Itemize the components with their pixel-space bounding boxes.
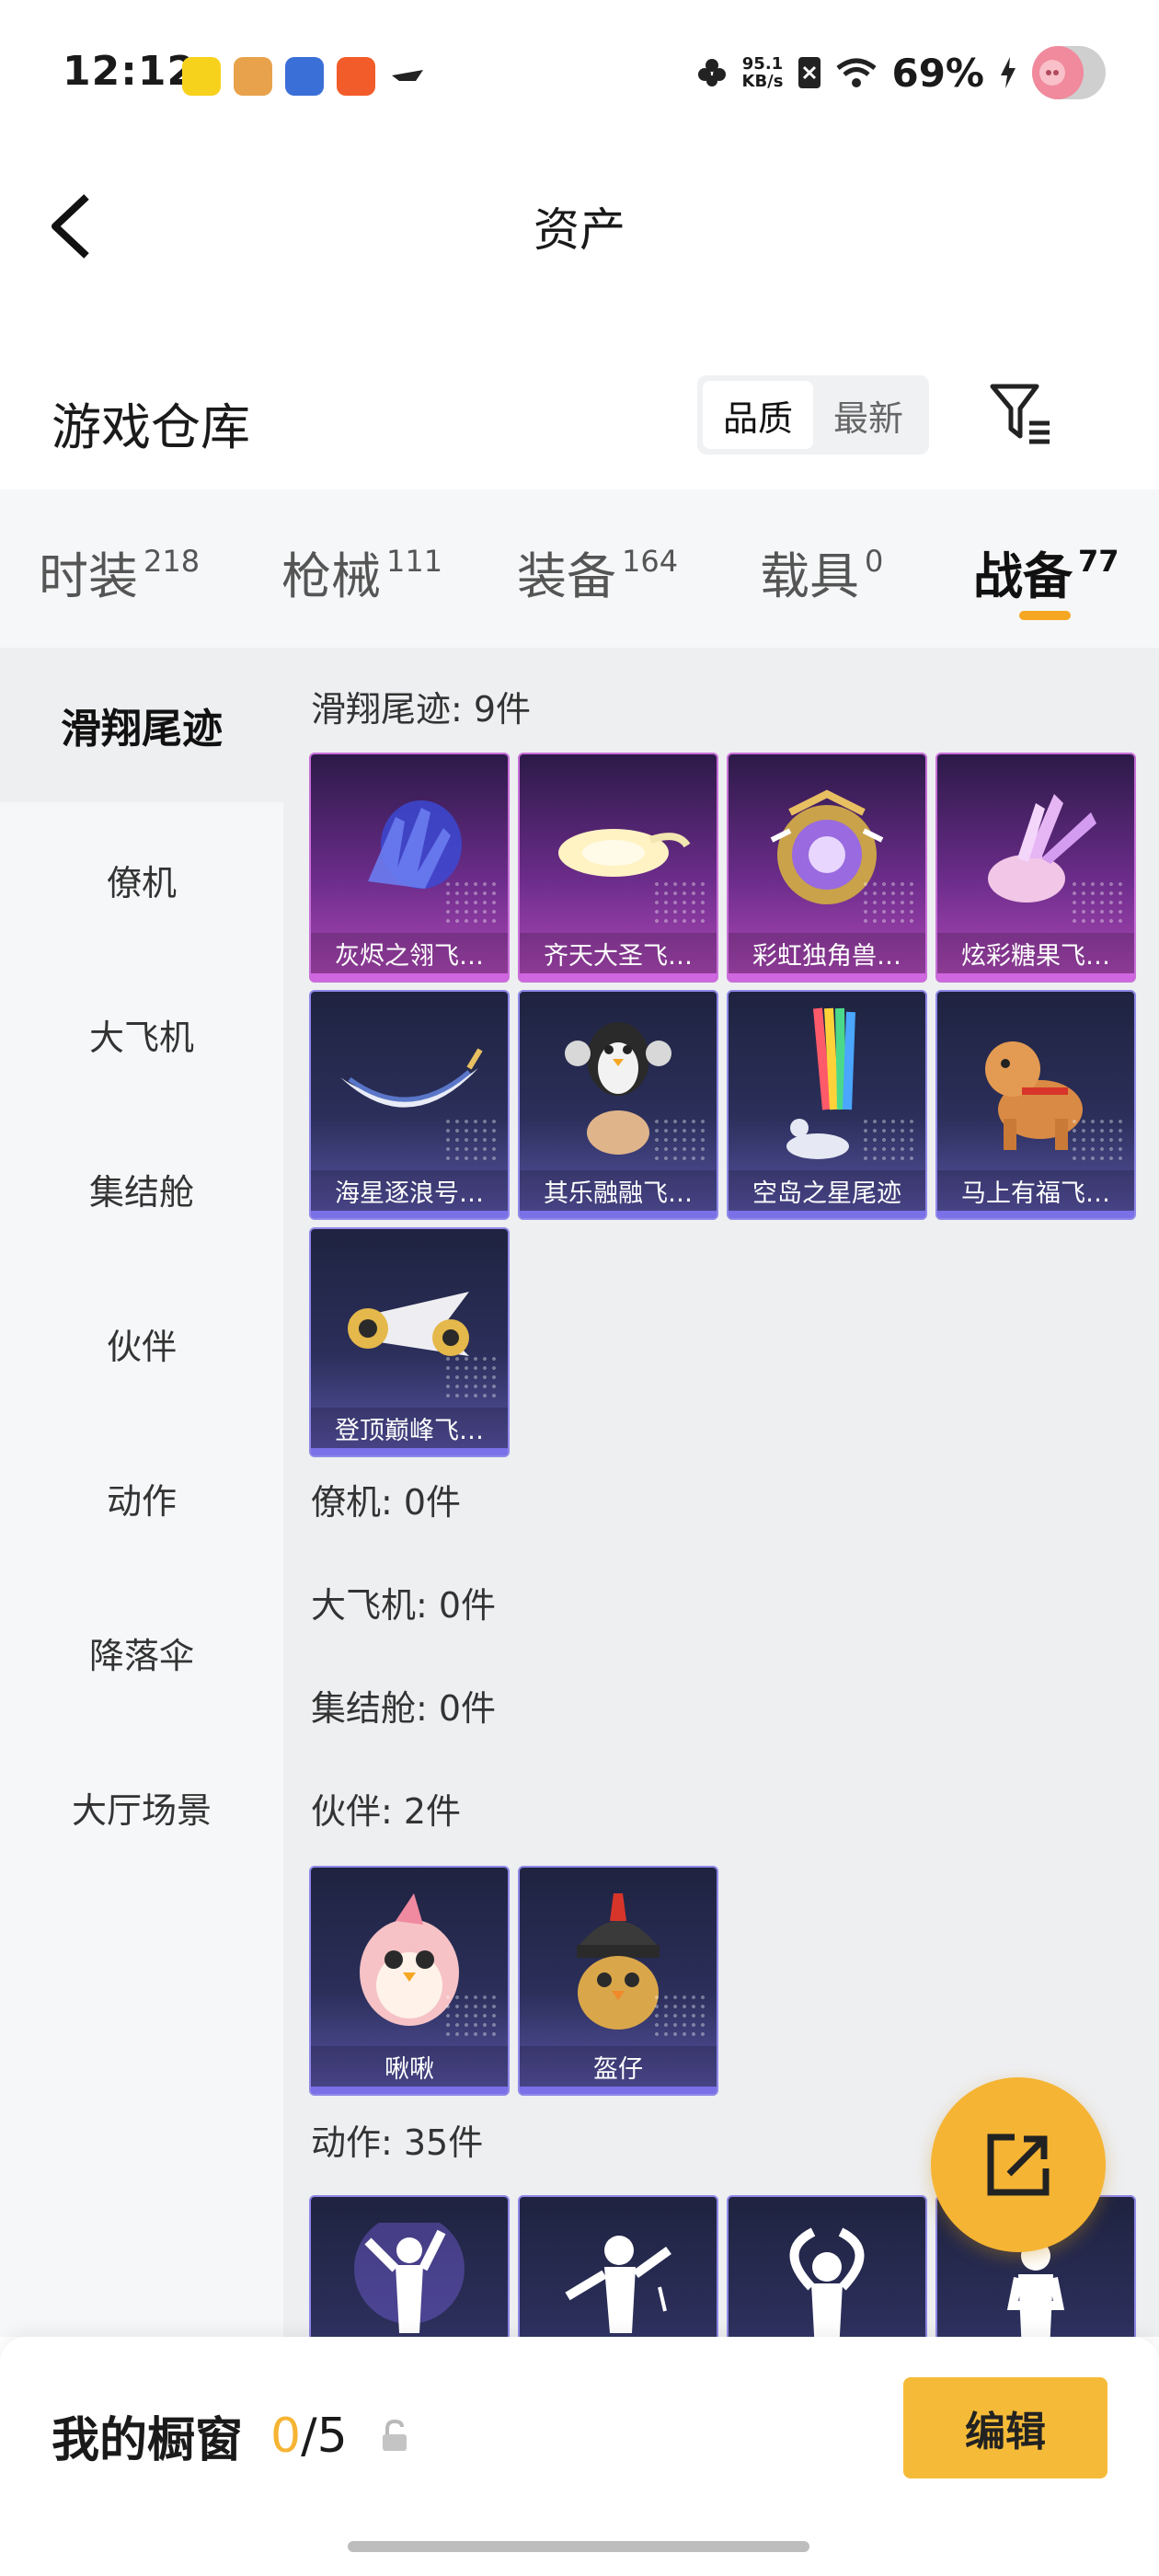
category-tabs: 时装 218 枪械 111 装备 164 载具 0 战备 77: [0, 489, 1159, 648]
app-notification-icon: [182, 57, 221, 96]
item-name: 其乐融融飞…: [520, 1170, 717, 1211]
sort-toggle: 品质 最新: [697, 375, 929, 454]
lock-icon: [382, 2419, 407, 2451]
section-title-emote: 动作: 35件: [311, 2122, 484, 2163]
app-notification-icon: [234, 57, 272, 96]
sort-latest-button[interactable]: 最新: [813, 381, 924, 449]
sidebar-item-pod[interactable]: 集结舱: [0, 1111, 283, 1266]
sidebar-item-plane[interactable]: 大飞机: [0, 957, 283, 1111]
app-notification-icon: [388, 57, 427, 96]
status-app-icons: [182, 57, 427, 96]
wifi-icon: [836, 58, 878, 87]
item-name: 炫彩糖果飞…: [937, 933, 1134, 973]
item-card[interactable]: [518, 2195, 718, 2337]
showcase-label: 我的橱窗: [52, 2413, 244, 2468]
item-image: [520, 2197, 717, 2337]
sidebar-item-partner[interactable]: 伙伴: [0, 1266, 283, 1420]
nav-bar: 资产: [0, 147, 1159, 304]
filter-icon: [990, 384, 1050, 444]
item-card[interactable]: 灰烬之翎飞…: [309, 753, 510, 983]
network-speed: 95.1 KB/s: [741, 54, 784, 91]
item-card[interactable]: 啾啾: [309, 1866, 510, 2096]
sort-quality-button[interactable]: 品质: [703, 381, 813, 449]
tab-vehicle[interactable]: 载具 0: [760, 535, 883, 608]
item-card[interactable]: 炫彩糖果飞…: [935, 753, 1136, 983]
share-button[interactable]: [931, 2077, 1106, 2252]
showcase-bar: 我的橱窗 0/5 编辑: [0, 2337, 1159, 2576]
page-title: 资产: [534, 203, 625, 257]
item-card[interactable]: 盔仔: [518, 1866, 718, 2096]
item-name: 海星逐浪号…: [311, 1170, 508, 1211]
flower-icon: [697, 59, 726, 86]
tab-guns[interactable]: 枪械 111: [281, 535, 442, 608]
battery-percent: 69%: [891, 50, 984, 96]
status-bar: 12:12 95.1 KB/s 69%: [0, 0, 1159, 147]
showcase-count: 0/5: [270, 2408, 348, 2464]
item-image: [729, 2197, 925, 2337]
item-card[interactable]: 空岛之星尾迹: [727, 990, 927, 1220]
sidebar-item-emote[interactable]: 动作: [0, 1420, 283, 1575]
tab-equipment[interactable]: 装备 164: [517, 535, 678, 608]
sidebar-item-wingman[interactable]: 僚机: [0, 802, 283, 957]
item-name: 空岛之星尾迹: [729, 1170, 925, 1211]
item-name: 马上有福飞…: [937, 1170, 1134, 1211]
share-icon: [987, 2133, 1050, 2196]
edit-button[interactable]: 编辑: [903, 2377, 1107, 2478]
tab-outfit[interactable]: 时装 218: [39, 535, 200, 608]
active-tab-indicator: [1019, 611, 1071, 620]
status-time: 12:12: [63, 48, 197, 95]
warehouse-title: 游戏仓库: [52, 398, 250, 456]
app-notification-icon: [285, 57, 324, 96]
battery-pig-icon: [1032, 46, 1106, 99]
item-card[interactable]: 登顶巅峰飞…: [309, 1227, 510, 1457]
item-card[interactable]: [727, 2195, 927, 2337]
section-title-partner: 伙伴: 2件: [311, 1791, 462, 1832]
sidebar-item-glide-trail[interactable]: 滑翔尾迹: [0, 648, 283, 802]
sidebar-item-lobby-scene[interactable]: 大厅场景: [0, 1730, 283, 1884]
filter-button[interactable]: [989, 381, 1055, 447]
showcase-info: 我的橱窗 0/5: [52, 2401, 410, 2470]
sidebar-item-parachute[interactable]: 降落伞: [0, 1575, 283, 1730]
sim-off-icon: [798, 57, 821, 88]
item-card[interactable]: 彩虹独角兽…: [727, 753, 927, 983]
item-name: 盔仔: [520, 2046, 717, 2087]
section-title-wingman: 僚机: 0件: [311, 1482, 462, 1523]
tab-gear[interactable]: 战备 77: [973, 535, 1119, 608]
section-title-plane: 大飞机: 0件: [311, 1585, 497, 1626]
item-card[interactable]: 海星逐浪号…: [309, 990, 510, 1220]
item-image: [311, 2197, 508, 2337]
item-name: 登顶巅峰飞…: [311, 1408, 508, 1448]
item-name: 啾啾: [311, 2046, 508, 2087]
item-name: 灰烬之翎飞…: [311, 933, 508, 973]
charging-icon: [1001, 57, 1016, 88]
sidebar: 滑翔尾迹 僚机 大飞机 集结舱 伙伴 动作 降落伞 大厅场景: [0, 648, 283, 2337]
section-title-glide: 滑翔尾迹: 9件: [311, 689, 532, 730]
item-name: 彩虹独角兽…: [729, 933, 925, 973]
section-title-pod: 集结舱: 0件: [311, 1688, 497, 1729]
item-card[interactable]: [309, 2195, 510, 2337]
warehouse-header: 游戏仓库 品质 最新: [0, 359, 1159, 488]
item-card[interactable]: 马上有福飞…: [935, 990, 1136, 1220]
status-right: 95.1 KB/s 69%: [696, 46, 1106, 99]
item-card[interactable]: 齐天大圣飞…: [518, 753, 718, 983]
home-indicator[interactable]: [348, 2541, 809, 2552]
item-name: 齐天大圣飞…: [520, 933, 717, 973]
item-card[interactable]: 其乐融融飞…: [518, 990, 718, 1220]
app-notification-icon: [337, 57, 375, 96]
